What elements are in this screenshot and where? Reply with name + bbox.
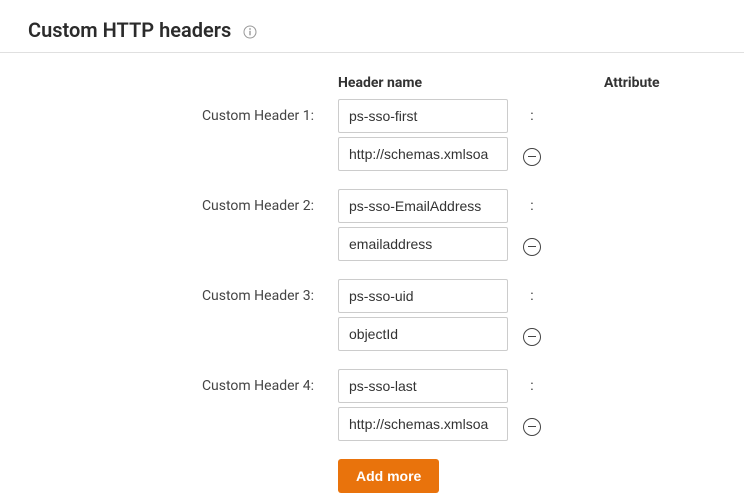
- header-name-input[interactable]: [338, 99, 508, 133]
- header-attr-input[interactable]: [338, 317, 508, 351]
- header-name-input[interactable]: [338, 279, 508, 313]
- header-name-input[interactable]: [338, 369, 508, 403]
- remove-icon[interactable]: [523, 328, 541, 346]
- row-label: Custom Header 4:: [0, 378, 330, 394]
- remove-icon[interactable]: [523, 418, 541, 436]
- section-title: Custom HTTP headers: [0, 0, 744, 52]
- row-label: Custom Header 1:: [0, 108, 330, 124]
- header-name-input[interactable]: [338, 189, 508, 223]
- row-label: Custom Header 3:: [0, 288, 330, 304]
- add-more-button[interactable]: Add more: [338, 459, 439, 493]
- info-icon[interactable]: [243, 25, 257, 39]
- column-header-name: Header name: [338, 75, 508, 99]
- remove-icon[interactable]: [523, 238, 541, 256]
- header-attr-input[interactable]: [338, 407, 508, 441]
- row-label: Custom Header 2:: [0, 198, 330, 214]
- remove-icon[interactable]: [523, 148, 541, 166]
- colon-separator: :: [516, 288, 548, 304]
- column-header-attribute: Attribute: [556, 75, 744, 99]
- header-attr-input[interactable]: [338, 227, 508, 261]
- header-attr-input[interactable]: [338, 137, 508, 171]
- colon-separator: :: [516, 378, 548, 394]
- section-title-text: Custom HTTP headers: [28, 18, 231, 42]
- colon-separator: :: [516, 198, 548, 214]
- colon-separator: :: [516, 108, 548, 124]
- section-divider: [0, 52, 744, 53]
